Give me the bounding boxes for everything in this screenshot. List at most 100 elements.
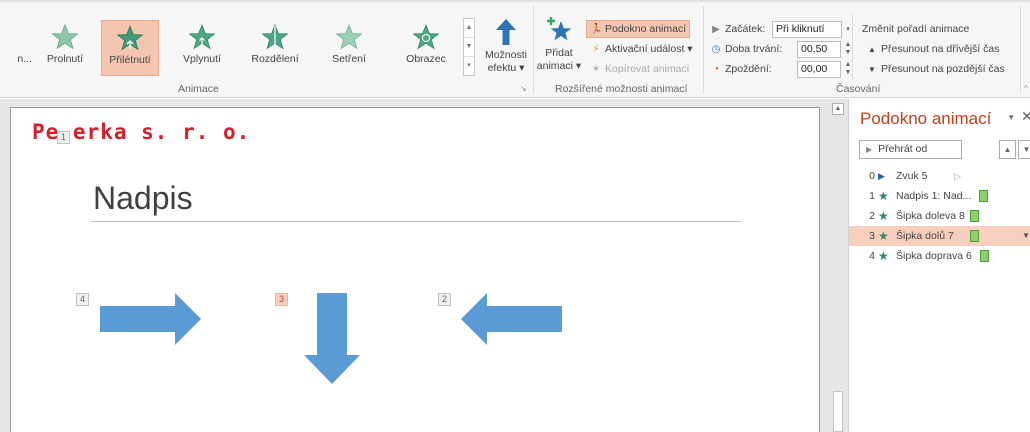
gallery-up-icon[interactable]: ▲ [464,19,474,38]
animation-pane-icon: 🏃 [590,24,603,35]
down-arrow-shape[interactable] [304,293,360,385]
effect-label: Rozdělení [251,53,299,65]
add-animation-button[interactable]: Přidat animaci ▾ [536,16,582,73]
effect-options-button[interactable]: Možnosti efektu ▾ [480,18,532,75]
star-icon: ★ [878,249,889,263]
effect-label: n... [17,53,32,65]
sound-trigger-icon: ▷ [954,171,961,181]
dialog-launcher-icon[interactable]: ↘ [520,84,527,93]
animation-pane-button[interactable]: 🏃 Podokno animací [586,20,691,38]
scroll-up-icon[interactable]: ▲ [832,103,844,115]
effect-label: Přilétnutí [109,54,151,66]
clock-icon: ◷ [711,44,721,55]
close-icon[interactable]: ✕ [1021,108,1030,125]
timeline-bar[interactable] [970,230,979,242]
animation-pane-label: Podokno animací [605,23,687,35]
right-arrow-shape[interactable] [100,293,202,345]
effect-truncated[interactable]: n... [0,20,32,76]
separator [852,14,853,80]
shape-star-icon [413,24,439,50]
animation-tag-right-arrow[interactable]: 4 [76,293,90,306]
split-star-icon [262,24,288,50]
delay-label-row: ◔ Zpoždění: [710,60,772,78]
move-later-button[interactable]: ▼ Přesunout na pozdější čas [866,60,1005,78]
fly-in-star-icon [117,25,143,51]
star-icon: ★ [878,209,889,223]
start-select[interactable]: Při kliknutí [772,21,842,38]
reorder-title: Změnit pořadí animace [862,23,970,35]
slide-canvas[interactable]: Pe erka s. r. o. 1 Nadpis 4 3 2 [10,107,820,432]
slide-workspace: Pe erka s. r. o. 1 Nadpis 4 3 2 ▲ [0,99,848,432]
trigger-label: Aktivační událost [605,43,685,55]
separator [533,6,534,94]
animation-painter-label: Kopírovat animaci [605,63,690,75]
timeline-bar[interactable] [980,250,989,262]
gallery-scroller[interactable]: ▲ ▼ ▾ [463,18,475,76]
animation-list-item[interactable]: 0 ▶ Zvuk 5 ▷ [849,166,1030,186]
effect-shape[interactable]: Obrazec [397,20,455,76]
effect-split[interactable]: Rozdělení [246,20,304,76]
float-in-star-icon [189,24,215,50]
play-icon: ▶ [866,145,873,154]
ribbon: n... Prolnutí Přilétnutí Vplynutí Rozděl… [0,0,1030,98]
move-up-icon[interactable]: ▲ [999,140,1016,159]
wipe-star-icon [336,24,362,50]
vertical-scrollbar[interactable]: ▲ [830,99,846,432]
slide-title[interactable]: Nadpis [93,180,193,217]
effect-label: Setření [332,53,366,65]
item-dropdown-icon[interactable]: ▼ [1022,226,1030,246]
scroll-thumb[interactable] [833,391,843,432]
lightning-icon: ⚡ [592,44,600,55]
animation-list-item[interactable]: 1 ★ Nadpis 1: Nad... [849,186,1030,206]
effect-fly-in[interactable]: Přilétnutí [101,20,159,76]
animation-painter-icon: ✶ [591,64,601,75]
start-label-row: ▶ Začátek: [710,20,765,38]
separator [1020,6,1021,94]
animation-list-item[interactable]: 2 ★ Šipka doleva 8 [849,206,1030,226]
animation-tag-left-arrow[interactable]: 2 [438,293,452,306]
effect-options-label-2: efektu ▾ [487,62,525,74]
ribbon-top-border [0,0,1030,2]
play-from-button[interactable]: ▶ Přehrát od [859,140,962,159]
effect-float-in[interactable]: Vplynutí [173,20,231,76]
triangle-up-icon: ▲ [868,45,876,54]
animation-tag-down-arrow[interactable]: 3 [275,293,289,306]
add-animation-label-2: animaci ▾ [536,60,582,72]
group-label-timing: Časování [836,83,881,95]
effect-fade[interactable]: Prolnutí [36,20,94,76]
pane-options-icon[interactable]: ▾ [1009,112,1014,123]
separator [703,6,704,94]
triangle-down-icon: ▼ [868,65,876,74]
group-label-advanced: Rozšířené možnosti animací [555,83,688,95]
left-arrow-shape[interactable] [461,293,563,345]
animation-list-item[interactable]: 4 ★ Šipka doprava 6 [849,246,1030,266]
delay-icon: ◔ [712,64,720,75]
delay-input[interactable]: 00,00 [797,61,841,78]
star-icon: ★ [878,229,889,243]
effect-wipe[interactable]: Setření [320,20,378,76]
add-animation-icon [547,17,572,41]
move-down-icon[interactable]: ▼ [1018,140,1030,159]
gallery-more-icon[interactable]: ▾ [464,57,474,76]
move-earlier-button[interactable]: ▲ Přesunout na dřívější čas [866,40,999,58]
add-animation-label: Přidat [545,47,573,59]
effect-label: Obrazec [406,53,446,65]
group-label-animation: Animace [178,83,219,95]
arrow-up-icon [496,19,516,45]
effect-label: Prolnutí [46,53,84,65]
title-underline [91,221,741,222]
star-icon [52,24,78,50]
duration-input[interactable]: 00,50 [797,41,841,58]
trigger-button[interactable]: ⚡ Aktivační událost ▾ [590,40,692,58]
effect-options-label: Možnosti [484,49,527,61]
animation-pane: Podokno animací ▾ ✕ ▶ Přehrát od ▲ ▼ 0 ▶ … [848,99,1030,432]
start-icon: ▶ [712,24,720,35]
animation-tag-title[interactable]: 1 [57,131,71,144]
animation-list-item-selected[interactable]: 3 ★ Šipka dolů 7 ▼ [849,226,1030,246]
collapse-ribbon-icon[interactable]: ^ [1024,84,1028,93]
animation-painter-button[interactable]: ✶ Kopírovat animaci [590,60,689,78]
gallery-down-icon[interactable]: ▼ [464,38,474,57]
timeline-bar[interactable] [979,190,988,202]
timeline-bar[interactable] [970,210,979,222]
duration-label-row: ◷ Doba trvání: [710,40,783,58]
